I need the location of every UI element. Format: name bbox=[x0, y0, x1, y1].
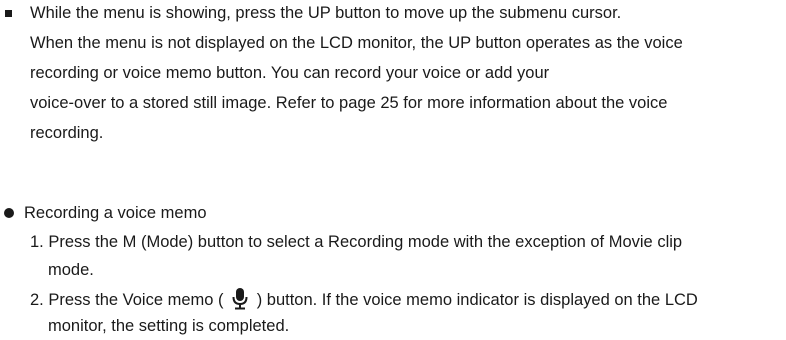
round-bullet-icon bbox=[4, 208, 14, 218]
paragraph-1-text-3: recording or voice memo button. You can … bbox=[30, 64, 550, 82]
section-heading: Recording a voice memo bbox=[24, 204, 207, 222]
step-1-text-1: 1. Press the M (Mode) button to select a… bbox=[30, 233, 683, 251]
paragraph-1-line-1: While the menu is showing, press the UP … bbox=[0, 0, 786, 27]
step-2-text-after-icon: ) button. If the voice memo indicator is… bbox=[256, 291, 698, 309]
paragraph-1-text-1: While the menu is showing, press the UP … bbox=[30, 4, 622, 22]
paragraph-1-text-5: recording. bbox=[30, 124, 104, 142]
step-2-text-before-icon: 2. Press the Voice memo ( bbox=[30, 291, 224, 309]
paragraph-1-text-2: When the menu is not displayed on the LC… bbox=[30, 34, 683, 52]
step-2-text-2: monitor, the setting is completed. bbox=[48, 317, 290, 335]
paragraph-1-text-4: voice-over to a stored still image. Refe… bbox=[30, 94, 668, 112]
square-bullet-icon bbox=[5, 10, 12, 17]
step-1-text-2: mode. bbox=[48, 261, 94, 279]
section-heading-row: Recording a voice memo bbox=[0, 200, 786, 227]
manual-page: While the menu is showing, press the UP … bbox=[0, 0, 786, 335]
